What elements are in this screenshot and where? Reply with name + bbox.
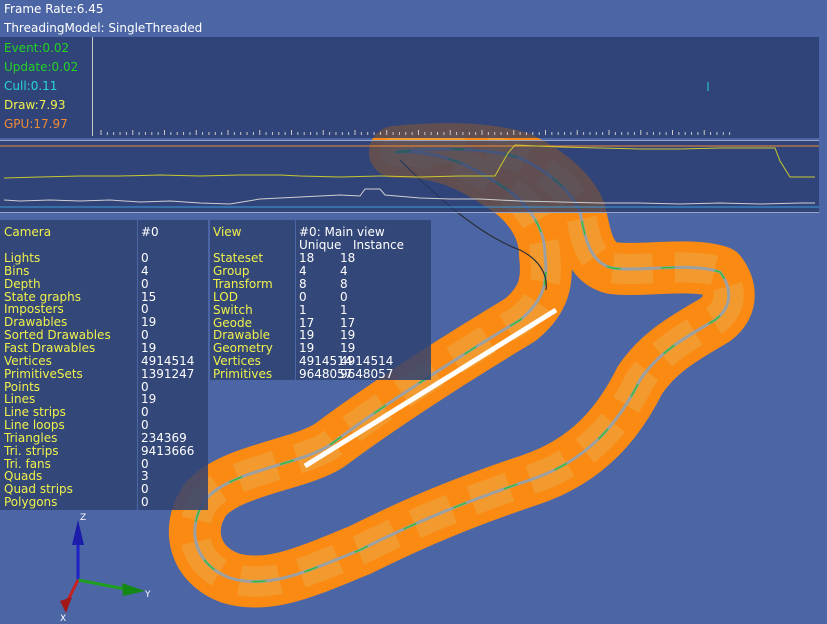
timing-draw: Draw:7.93: [4, 98, 66, 112]
y-axis-arrow: [122, 583, 145, 596]
camera-header-label: Camera: [4, 225, 52, 239]
x-axis: [66, 579, 80, 601]
camera-header-value: #0: [141, 225, 159, 239]
view-stat-unique: 0: [299, 289, 307, 304]
view-stat-instance: 4: [340, 263, 348, 278]
timing-gpu: GPU:17.97: [4, 117, 68, 131]
view-instance-header: Instance: [353, 238, 405, 252]
x-axis-label: X: [60, 614, 66, 624]
z-axis-label: Z: [80, 513, 86, 523]
frame-rate-label: Frame Rate:6.45: [4, 2, 104, 16]
view-header-label: View: [213, 225, 242, 239]
camera-stat-label: Triangles: [4, 430, 58, 445]
view-stat-instance: 1: [340, 302, 348, 317]
timing-cull: Cull:0.11: [4, 79, 58, 93]
view-stat-instance: 9648057: [340, 367, 394, 382]
view-stat-instance: 0: [340, 289, 348, 304]
threading-model-label: ThreadingModel: SingleThreaded: [4, 21, 203, 35]
x-axis-arrow: [60, 597, 72, 613]
camera-stat-label: Fast Drawables: [4, 340, 96, 355]
view-stat-instance: 8: [340, 276, 348, 291]
y-axis-label: Y: [144, 590, 151, 600]
z-axis-arrow: [72, 520, 84, 545]
camera-stat-value: 1391247: [141, 366, 195, 381]
view-stat-label: Switch: [213, 302, 253, 317]
axis-gizmo: Z Y X: [60, 513, 151, 624]
camera-stat-label: Bins: [4, 263, 30, 278]
timing-event: Event:0.02: [4, 41, 70, 55]
camera-stat-value: 9413666: [141, 443, 195, 458]
view-stat-unique: 1: [299, 302, 307, 317]
performance-graph: [0, 140, 819, 213]
view-stats-table: View #0: Main view Unique Instance State…: [210, 226, 431, 386]
view-stat-label: LOD: [213, 289, 238, 304]
view-stat-label: Primitives: [213, 367, 273, 382]
performance-graph-lines: [0, 144, 819, 208]
camera-stat-value: 19: [141, 340, 157, 355]
camera-stat-label: PrimitiveSets: [4, 366, 83, 381]
camera-stat-value: 4: [141, 263, 149, 278]
camera-stat-value: 234369: [141, 430, 187, 445]
view-stat-unique: 8: [299, 276, 307, 291]
camera-stat-label: Vertices: [4, 353, 52, 368]
view-stat-unique: 4: [299, 263, 307, 278]
timing-ruler: [100, 82, 731, 135]
timing-update: Update:0.02: [4, 60, 79, 74]
timing-panel: Event:0.02 Update:0.02 Cull:0.11 Draw:7.…: [0, 37, 819, 138]
camera-stat-label: Depth: [4, 276, 41, 291]
y-axis: [77, 578, 126, 591]
camera-stat-value: 0: [141, 276, 149, 291]
camera-stats-table: Camera #0 Lights 0 Bins 4 Depth 0 State graphs…: [0, 226, 208, 516]
camera-stat-value: 4914514: [141, 353, 195, 368]
camera-stat-label: Tri. strips: [4, 443, 59, 458]
view-stat-label: Group: [213, 263, 250, 278]
view-stat-label: Transform: [213, 276, 273, 291]
